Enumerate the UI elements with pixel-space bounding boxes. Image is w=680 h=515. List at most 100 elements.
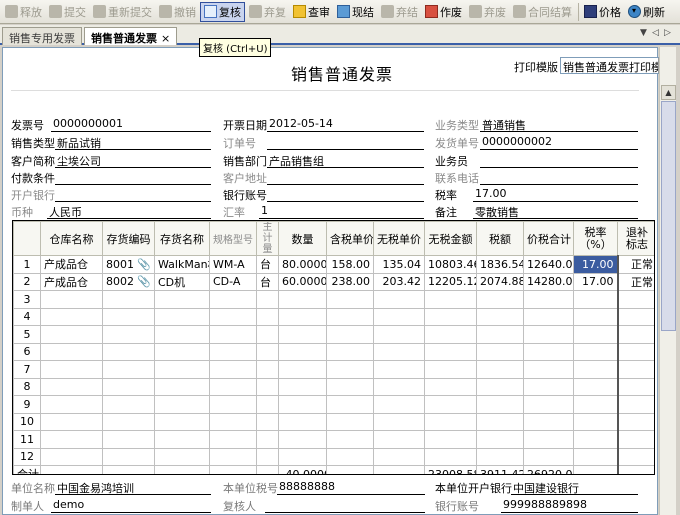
empty-cell[interactable] [326, 395, 374, 414]
cell-notax-amount[interactable]: 12205.12 [424, 272, 477, 291]
empty-cell[interactable] [278, 430, 327, 449]
empty-cell[interactable] [278, 342, 327, 361]
table-row[interactable]: 8 [13, 377, 654, 396]
empty-cell[interactable] [616, 325, 654, 344]
table-row[interactable]: 12 [13, 447, 654, 466]
cell-unit[interactable]: 台 [256, 255, 279, 274]
empty-cell[interactable] [523, 412, 574, 431]
cancel-settle-button[interactable]: 弃结 [378, 2, 421, 22]
cell-unit[interactable]: 台 [256, 272, 279, 291]
empty-cell[interactable] [209, 395, 257, 414]
cash-settle-button[interactable]: 现结 [334, 2, 377, 22]
empty-cell[interactable] [209, 325, 257, 344]
empty-cell[interactable] [326, 447, 374, 466]
empty-cell[interactable] [256, 377, 279, 396]
salesperson-field[interactable] [480, 153, 638, 168]
empty-cell[interactable] [523, 342, 574, 361]
empty-cell[interactable] [102, 430, 155, 449]
empty-cell[interactable] [424, 342, 477, 361]
empty-cell[interactable] [209, 307, 257, 326]
release-button[interactable]: 释放 [2, 2, 45, 22]
cell-quantity[interactable]: 80.0000 [278, 255, 327, 274]
empty-cell[interactable] [424, 377, 477, 396]
contract-settle-button[interactable]: 合同结算 [510, 2, 575, 22]
table-row[interactable]: 11 [13, 430, 654, 449]
col-header-unit[interactable]: 主计量 [256, 221, 279, 256]
empty-cell[interactable] [154, 290, 210, 309]
empty-cell[interactable] [102, 412, 155, 431]
empty-cell[interactable] [256, 342, 279, 361]
empty-cell[interactable] [523, 377, 574, 396]
empty-cell[interactable] [102, 377, 155, 396]
cell-notax-amount[interactable]: 10803.46 [424, 255, 477, 274]
empty-cell[interactable] [40, 430, 103, 449]
cell-tax-rate[interactable]: 17.00 [573, 255, 618, 274]
empty-cell[interactable] [523, 307, 574, 326]
col-header-spec[interactable]: 规格型号 [209, 221, 257, 256]
empty-cell[interactable] [476, 430, 524, 449]
empty-cell[interactable] [40, 412, 103, 431]
col-header-notax-amount[interactable]: 无税金额 [424, 221, 477, 256]
empty-cell[interactable] [256, 325, 279, 344]
empty-cell[interactable] [154, 360, 210, 379]
empty-cell[interactable] [102, 290, 155, 309]
empty-cell[interactable] [154, 342, 210, 361]
empty-cell[interactable] [424, 412, 477, 431]
empty-cell[interactable] [573, 342, 618, 361]
tax-rate-field[interactable]: 17.00 [473, 187, 638, 202]
exchange-rate-field[interactable]: 1 [259, 204, 424, 219]
table-row[interactable]: 9 [13, 395, 654, 414]
review-button[interactable]: 复核 [200, 1, 245, 22]
empty-cell[interactable] [154, 447, 210, 466]
table-row[interactable]: 3 [13, 290, 654, 309]
empty-cell[interactable] [476, 412, 524, 431]
cell-tax-rate[interactable]: 17.00 [573, 272, 618, 291]
table-row[interactable]: 10 [13, 412, 654, 431]
cell-return-flag[interactable]: 正常 [616, 255, 654, 274]
customer-field[interactable]: 尘埃公司 [55, 153, 211, 168]
empty-cell[interactable] [373, 342, 425, 361]
empty-cell[interactable] [523, 447, 574, 466]
tab-list-dropdown-icon[interactable]: ▼ [640, 28, 647, 38]
maker-field[interactable]: demo [51, 498, 211, 513]
empty-cell[interactable] [476, 377, 524, 396]
col-header-total[interactable]: 价税合计 [523, 221, 574, 256]
col-header-inventory-code[interactable]: 存货编码 [102, 221, 155, 256]
empty-cell[interactable] [573, 395, 618, 414]
vertical-scrollbar[interactable]: ▲ [659, 47, 676, 515]
table-row[interactable]: 7 [13, 360, 654, 379]
empty-cell[interactable] [278, 360, 327, 379]
empty-cell[interactable] [209, 447, 257, 466]
empty-cell[interactable] [373, 307, 425, 326]
col-header-tax[interactable]: 税额 [476, 221, 524, 256]
audit-button[interactable]: 查审 [290, 2, 333, 22]
empty-cell[interactable] [256, 360, 279, 379]
empty-cell[interactable] [523, 395, 574, 414]
resubmit-button[interactable]: 重新提交 [90, 2, 155, 22]
empty-cell[interactable] [573, 290, 618, 309]
cancel-void-button[interactable]: 弃废 [466, 2, 509, 22]
bank-account-field[interactable] [267, 187, 424, 202]
empty-cell[interactable] [256, 430, 279, 449]
table-row[interactable]: 2 产成品仓 8002 📎 CD机 CD-A 台 60.0000 238.00 … [13, 272, 654, 291]
empty-cell[interactable] [102, 447, 155, 466]
cell-spec[interactable]: CD-A [209, 272, 257, 291]
empty-cell[interactable] [154, 377, 210, 396]
table-row[interactable]: 1 产成品仓 8001 📎 WalkMan机 WM-A 台 80.0000 15… [13, 255, 654, 274]
col-header-warehouse[interactable]: 仓库名称 [40, 221, 103, 256]
empty-cell[interactable] [40, 377, 103, 396]
empty-cell[interactable] [278, 447, 327, 466]
tab-scroll-right-icon[interactable]: ▷ [664, 28, 671, 38]
empty-cell[interactable] [616, 342, 654, 361]
business-type-field[interactable]: 普通销售 [480, 117, 638, 132]
empty-cell[interactable] [616, 395, 654, 414]
empty-cell[interactable] [523, 290, 574, 309]
tab-scroll-left-icon[interactable]: ◁ [652, 28, 659, 38]
col-header-quantity[interactable]: 数量 [278, 221, 327, 256]
empty-cell[interactable] [209, 430, 257, 449]
empty-cell[interactable] [573, 307, 618, 326]
empty-cell[interactable] [40, 307, 103, 326]
empty-cell[interactable] [278, 395, 327, 414]
col-header-inventory-name[interactable]: 存货名称 [154, 221, 210, 256]
currency-field[interactable]: 人民币 [47, 204, 211, 219]
